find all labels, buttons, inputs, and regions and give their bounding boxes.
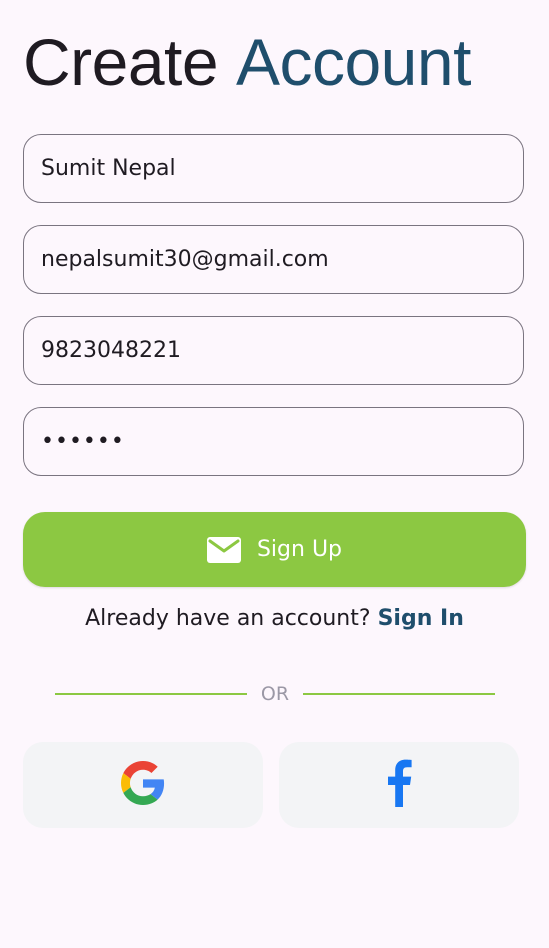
full-name-value: Sumit Nepal bbox=[41, 156, 176, 181]
signin-prompt: Already have an account? Sign In bbox=[0, 606, 549, 631]
page-title: Create Account bbox=[23, 22, 471, 102]
page-title-create: Create bbox=[23, 25, 219, 99]
facebook-sign-in-button[interactable] bbox=[279, 742, 519, 828]
facebook-icon bbox=[385, 759, 413, 811]
phone-value: 9823048221 bbox=[41, 338, 181, 363]
divider-line-right bbox=[303, 693, 496, 695]
sign-up-label: Sign Up bbox=[256, 537, 343, 562]
google-sign-in-button[interactable] bbox=[23, 742, 263, 828]
password-field[interactable]: •••••• bbox=[23, 407, 524, 476]
sign-up-button[interactable]: Sign Up bbox=[23, 512, 526, 587]
google-icon bbox=[121, 761, 165, 809]
sign-in-link[interactable]: Sign In bbox=[378, 606, 464, 631]
email-value: nepalsumit30@gmail.com bbox=[41, 247, 329, 272]
email-field[interactable]: nepalsumit30@gmail.com bbox=[23, 225, 524, 294]
page-title-account: Account bbox=[235, 25, 471, 99]
full-name-field[interactable]: Sumit Nepal bbox=[23, 134, 524, 203]
password-value: •••••• bbox=[41, 429, 125, 454]
signin-prompt-text: Already have an account? bbox=[85, 606, 371, 631]
mail-icon bbox=[206, 536, 241, 563]
divider-line-left bbox=[55, 693, 247, 695]
or-label: OR bbox=[260, 683, 290, 705]
phone-field[interactable]: 9823048221 bbox=[23, 316, 524, 385]
or-divider: OR bbox=[55, 682, 496, 706]
